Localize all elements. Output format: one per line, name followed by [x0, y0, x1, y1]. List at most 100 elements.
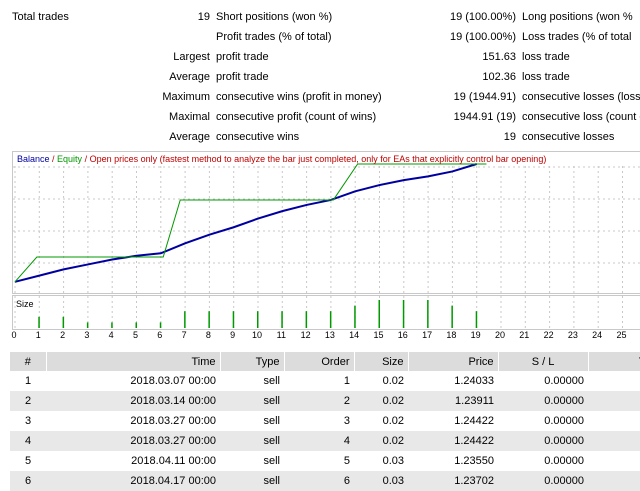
table-row[interactable]: 2 2018.03.14 00:00 sell 2 0.02 1.23911 0.00000…	[10, 391, 640, 411]
balance-equity-chart: Balance / Equity / Open prices only (fas…	[12, 151, 640, 294]
size-bar	[281, 311, 283, 328]
size-bar	[184, 311, 186, 328]
size-bar	[475, 311, 478, 328]
cell-order: 3	[343, 415, 350, 427]
balance-equity-plot	[13, 163, 640, 293]
stat-label: Maximum	[162, 91, 210, 103]
cell-num: 6	[10, 471, 46, 491]
stat-label: consecutive wins (profit in money)	[216, 91, 382, 103]
cell-size: 0.02	[354, 431, 408, 451]
stat-label: loss trade	[522, 71, 570, 83]
cell-time: 2018.04.17 00:00	[46, 471, 220, 491]
cell-sl: 0.00000	[498, 471, 588, 491]
table-row[interactable]: 4 2018.03.27 00:00 sell 4 0.02 1.24422 0.00000…	[10, 431, 640, 451]
cell-sl: 0.00000	[544, 375, 584, 387]
stat-value: 19 (100.00%)	[449, 31, 516, 43]
cell-num: 2	[10, 391, 46, 411]
cell-type: sell	[263, 375, 280, 387]
cell-order: 2	[284, 391, 354, 411]
x-tick-label: 19	[470, 330, 481, 340]
col-header-type[interactable]: Type	[220, 352, 285, 371]
legend-separator: /	[82, 154, 90, 164]
x-tick-label: 10	[251, 330, 263, 340]
stat-label: profit trade	[216, 51, 269, 63]
cell-sl: 0.00000	[498, 391, 588, 411]
size-bar	[159, 322, 162, 328]
cell-tp: 0	[588, 451, 640, 471]
x-tick-label: 15	[373, 330, 384, 340]
size-bar	[257, 311, 259, 328]
col-header-time[interactable]: Time	[46, 352, 221, 371]
table-row[interactable]: 5 2018.04.11 00:00 sell 5 0.03 1.23550 0.00000…	[10, 451, 640, 471]
cell-price: 1.24422	[454, 415, 494, 427]
cell-order: 6	[284, 471, 354, 491]
col-header-price[interactable]: Price	[408, 352, 499, 371]
size-bar	[329, 311, 332, 328]
cell-sl: 0.00000	[544, 415, 584, 427]
col-header-tp[interactable]: T	[588, 352, 640, 371]
col-header-order[interactable]: Order	[284, 352, 355, 371]
size-bar	[86, 322, 89, 328]
cell-size: 0.02	[382, 415, 404, 427]
stat-label: Long positions (won %	[522, 11, 633, 23]
x-tick-label: 14	[349, 330, 360, 340]
trades-table: # Time Type Order Size Price S / L T 120…	[10, 352, 640, 491]
size-bar	[111, 322, 113, 328]
size-bar	[232, 311, 235, 328]
x-tick-label: 17	[422, 330, 433, 340]
cell-size: 0.02	[382, 375, 404, 387]
size-chart: Size	[12, 295, 640, 330]
x-tick-label: 13	[324, 330, 335, 340]
x-tick-label: 25	[616, 330, 627, 340]
stat-label: Average	[169, 71, 210, 83]
cell-tp: 0	[588, 371, 640, 391]
stat-value: 19	[197, 11, 210, 23]
table-row[interactable]: 1 2018.03.07 00:00 sell 1 0.02 1.24033 0.00000…	[10, 371, 640, 391]
cell-sl: 0.00000	[498, 431, 588, 451]
cell-time: 2018.04.11 00:00	[131, 455, 216, 467]
stat-label: consecutive loss (count o	[522, 111, 640, 123]
stat-label: Average	[169, 131, 210, 143]
cell-type: sell	[263, 415, 280, 427]
cell-type: sell	[220, 391, 284, 411]
stat-value: 151.63	[482, 51, 516, 63]
chart-legend: Balance / Equity / Open prices only (fas…	[17, 154, 546, 164]
size-bar	[135, 322, 137, 328]
cell-order: 4	[284, 431, 354, 451]
stat-value: 19	[503, 131, 516, 143]
col-header-size[interactable]: Size	[354, 352, 409, 371]
cell-num: 3	[24, 415, 32, 427]
cell-type: sell	[220, 431, 284, 451]
cell-price: 1.23911	[408, 391, 498, 411]
legend-equity: Equity	[57, 154, 83, 164]
x-tick-label: 0	[11, 330, 17, 340]
cell-price: 1.23550	[454, 455, 494, 467]
cell-size: 0.02	[354, 391, 408, 411]
cell-time: 2018.03.27 00:00	[130, 415, 216, 427]
x-tick-label: 1	[35, 330, 41, 340]
stat-label: Maximal	[169, 111, 210, 123]
x-tick-label: 16	[397, 330, 408, 340]
cell-time: 2018.03.07 00:00	[130, 375, 216, 387]
cell-time: 2018.03.27 00:00	[46, 431, 220, 451]
table-row[interactable]: 6 2018.04.17 00:00 sell 6 0.03 1.23702 0.00000…	[10, 471, 640, 491]
cell-time: 2018.03.14 00:00	[46, 391, 220, 411]
x-tick-label: 12	[300, 330, 311, 340]
stat-label: Largest	[173, 51, 210, 63]
table-row[interactable]: 3 2018.03.27 00:00 sell 3 0.02 1.24422 0.00000…	[10, 411, 640, 431]
legend-balance: Balance	[17, 154, 50, 164]
size-bar	[354, 305, 356, 328]
stat-value: 102.36	[482, 71, 516, 83]
cell-num: 1	[24, 375, 32, 387]
x-tick-label: 6	[157, 330, 163, 340]
size-label: Size	[16, 299, 34, 309]
cell-price: 1.24422	[408, 431, 498, 451]
cell-type: sell	[263, 455, 280, 467]
x-tick-label: 2	[60, 330, 66, 340]
col-header-sl[interactable]: S / L	[498, 352, 589, 371]
table-header-row: # Time Type Order Size Price S / L T	[10, 352, 640, 371]
size-bar	[62, 316, 65, 328]
x-tick-label: 4	[108, 330, 114, 340]
legend-separator: /	[49, 154, 58, 164]
col-header-num[interactable]: #	[10, 352, 47, 371]
